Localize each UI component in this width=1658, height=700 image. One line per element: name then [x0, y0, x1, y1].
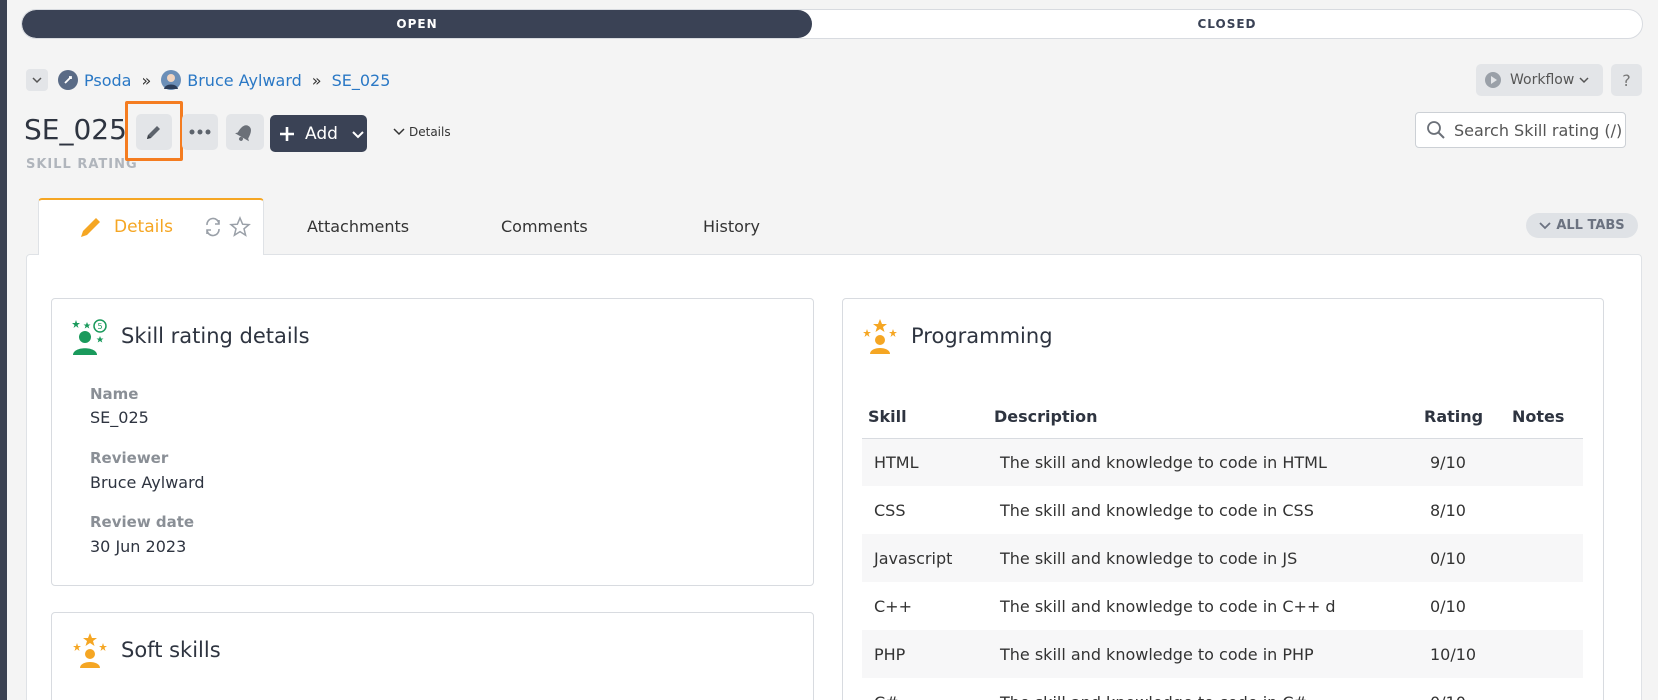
breadcrumb: Psoda » Bruce Aylward » SE_025 — [26, 68, 390, 92]
details-toggle[interactable]: Details — [393, 125, 451, 139]
programming-star-user-icon — [863, 319, 897, 354]
cell-notes — [1506, 582, 1583, 630]
cell-skill: C++ — [874, 596, 912, 616]
breadcrumb-separator: » — [141, 70, 152, 90]
chevron-down-icon — [393, 128, 405, 136]
table-row[interactable]: C# The skill and knowledge to code in C#… — [862, 678, 1583, 700]
status-closed[interactable]: CLOSED — [812, 10, 1642, 38]
tab-comments[interactable]: Comments — [501, 217, 588, 236]
table-row[interactable]: Javascript The skill and knowledge to co… — [862, 534, 1583, 582]
breadcrumb-psoda-link[interactable]: Psoda — [84, 71, 131, 90]
cell-notes — [1506, 486, 1583, 534]
skill-rating-details-title: Skill rating details — [121, 324, 310, 348]
cell-skill: CSS — [874, 500, 906, 520]
cell-notes — [1506, 678, 1583, 700]
chevron-down-icon — [1579, 77, 1589, 84]
status-open[interactable]: OPEN — [22, 10, 812, 38]
svg-text:5: 5 — [97, 322, 102, 331]
cell-description: The skill and knowledge to code in JS — [988, 534, 1418, 582]
field-review-date-value: 30 Jun 2023 — [90, 537, 187, 556]
field-reviewer-value: Bruce Aylward — [90, 473, 205, 492]
column-header-skill[interactable]: Skill — [862, 395, 988, 439]
column-header-rating[interactable]: Rating — [1418, 395, 1506, 439]
search-input[interactable]: Search Skill rating (/) — [1415, 112, 1626, 148]
field-reviewer-label: Reviewer — [90, 449, 169, 467]
cell-notes — [1506, 534, 1583, 582]
cell-description: The skill and knowledge to code in PHP — [988, 630, 1418, 678]
status-progress-bar: OPEN CLOSED — [21, 9, 1643, 39]
psoda-logo-icon — [58, 70, 78, 90]
field-name-value: SE_025 — [90, 408, 149, 427]
refresh-icon[interactable] — [203, 217, 223, 237]
left-window-edge — [0, 0, 7, 700]
watch-notifications-button[interactable] — [226, 114, 264, 150]
cell-rating: 0/10 — [1418, 534, 1506, 582]
cell-rating: 0/10 — [1430, 596, 1466, 616]
help-button[interactable]: ? — [1611, 64, 1642, 96]
edit-button-highlight — [125, 101, 183, 161]
all-tabs-label: ALL TABS — [1556, 218, 1625, 233]
column-header-notes[interactable]: Notes — [1506, 395, 1583, 439]
programming-skills-table: Skill Description Rating Notes HTML The … — [862, 395, 1583, 700]
details-toggle-label: Details — [409, 125, 451, 139]
cell-notes — [1506, 630, 1583, 678]
cell-description: The skill and knowledge to code in C# — [988, 678, 1418, 700]
skill-rating-user-icon: 5 — [72, 319, 107, 355]
tab-details-content: Details — [78, 214, 251, 240]
soft-skills-star-user-icon — [73, 633, 107, 668]
workflow-icon — [1485, 72, 1501, 88]
cell-rating: 0/10 — [1418, 678, 1506, 700]
search-placeholder: Search Skill rating (/) — [1454, 120, 1623, 140]
plus-icon — [280, 126, 294, 141]
star-icon[interactable] — [229, 216, 251, 238]
table-row[interactable]: HTML The skill and knowledge to code in … — [862, 438, 1583, 486]
table-row[interactable]: PHP The skill and knowledge to code in P… — [862, 630, 1583, 678]
add-label: Add — [305, 123, 338, 144]
avatar — [161, 70, 182, 90]
pencil-icon — [81, 218, 100, 237]
breadcrumb-toggle-button[interactable] — [26, 69, 48, 91]
field-review-date-label: Review date — [90, 513, 195, 531]
breadcrumb-current-link[interactable]: SE_025 — [332, 71, 391, 90]
table-row[interactable]: C++ The skill and knowledge to code in C… — [862, 582, 1583, 630]
cell-notes — [1506, 438, 1583, 486]
table-row[interactable]: CSS The skill and knowledge to code in C… — [862, 486, 1583, 534]
cell-rating: 8/10 — [1430, 500, 1466, 520]
tab-history[interactable]: History — [703, 217, 760, 236]
field-name-label: Name — [90, 385, 139, 403]
cell-rating: 9/10 — [1418, 438, 1506, 486]
more-options-button[interactable] — [182, 114, 218, 150]
cell-skill: Javascript — [862, 534, 988, 582]
chevron-down-icon — [352, 130, 364, 138]
cell-description: The skill and knowledge to code in CSS — [1000, 500, 1314, 520]
page-subtitle: SKILL RATING — [26, 157, 138, 172]
cell-skill: HTML — [862, 438, 988, 486]
page-title: SE_025 — [24, 113, 127, 146]
tab-details-label: Details — [114, 217, 173, 237]
chevron-down-icon — [1539, 221, 1551, 229]
cell-skill: PHP — [862, 630, 988, 678]
chevron-down-icon — [32, 77, 42, 84]
search-icon — [1427, 121, 1445, 139]
add-button[interactable]: Add — [270, 115, 367, 152]
cell-description: The skill and knowledge to code in C++ d — [1000, 596, 1336, 616]
cell-description: The skill and knowledge to code in HTML — [988, 438, 1418, 486]
breadcrumb-reviewer-link[interactable]: Bruce Aylward — [187, 71, 302, 90]
workflow-button[interactable]: Workflow — [1476, 64, 1603, 96]
column-header-description[interactable]: Description — [988, 395, 1418, 439]
tab-attachments[interactable]: Attachments — [307, 217, 409, 236]
soft-skills-title: Soft skills — [121, 638, 221, 662]
cell-rating: 10/10 — [1418, 630, 1506, 678]
breadcrumb-separator: » — [311, 70, 322, 90]
bell-icon — [235, 125, 251, 142]
cell-skill: C# — [862, 678, 988, 700]
all-tabs-button[interactable]: ALL TABS — [1526, 213, 1638, 238]
workflow-label: Workflow — [1510, 72, 1575, 88]
table-header-row: Skill Description Rating Notes — [862, 395, 1583, 439]
ellipsis-icon — [189, 129, 211, 135]
programming-title: Programming — [911, 324, 1053, 348]
